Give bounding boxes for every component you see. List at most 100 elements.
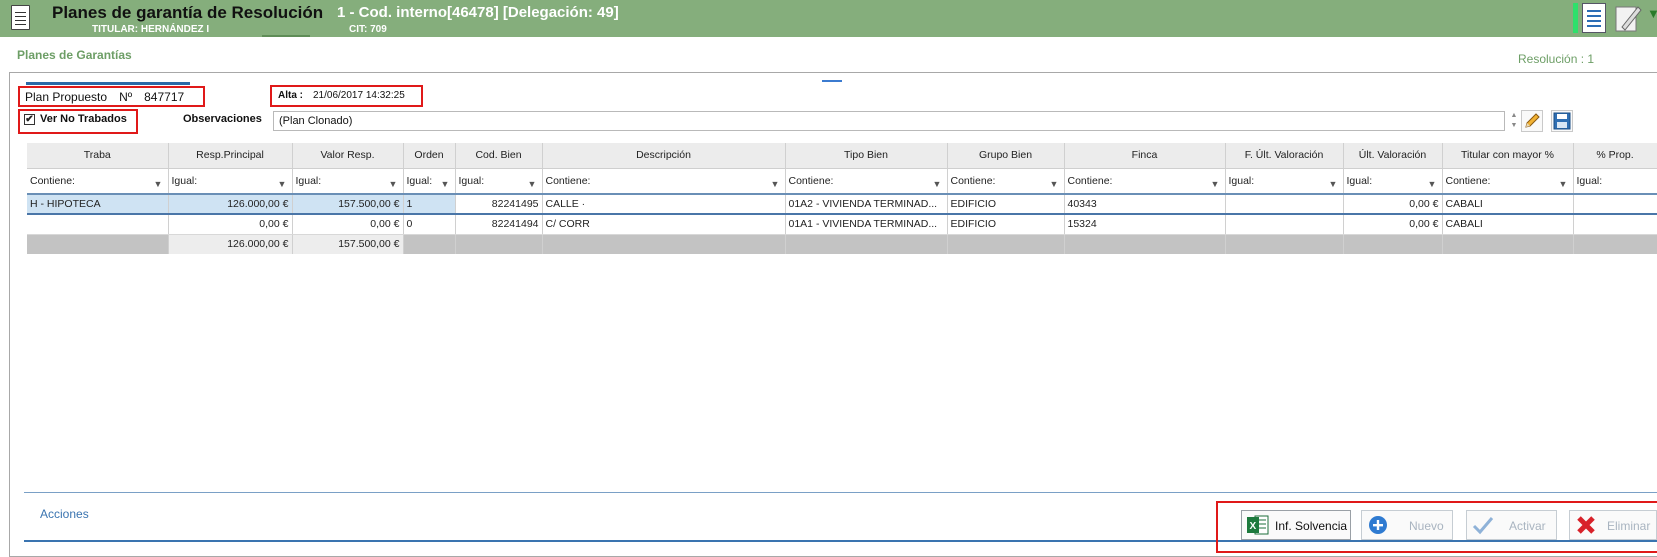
cell[interactable]: CABALI xyxy=(1442,213,1574,235)
filter-cell[interactable]: Contiene: ▼ xyxy=(785,168,948,195)
cell[interactable]: 82241494 xyxy=(455,213,543,235)
col-header-tipo-bien[interactable]: Tipo Bien xyxy=(785,143,948,169)
filter-cell[interactable]: Igual: ▼ xyxy=(168,168,293,195)
window-subtitle: 1 - Cod. interno[46478] [Delegación: 49] xyxy=(337,4,619,21)
plan-info: Plan Propuesto Nº 847717 xyxy=(25,90,184,104)
filter-icon[interactable]: ▼ xyxy=(1211,179,1220,189)
table-row[interactable]: 0,00 € 0,00 € 0 82241494 C/ CORR 01A1 - … xyxy=(27,213,1657,235)
cell[interactable]: 0,00 € xyxy=(1343,213,1443,235)
total-cell xyxy=(1064,234,1226,254)
cell[interactable]: H - HIPOTECA xyxy=(27,194,169,215)
save-button[interactable] xyxy=(1551,110,1573,132)
total-cell xyxy=(947,234,1065,254)
filter-icon[interactable]: ▼ xyxy=(528,179,537,189)
cell[interactable] xyxy=(1225,213,1344,235)
edit-note-icon[interactable] xyxy=(1614,3,1642,33)
filter-icon[interactable]: ▼ xyxy=(389,179,398,189)
filter-cell[interactable]: Contiene: ▼ xyxy=(1442,168,1574,195)
ver-no-trabados-checkbox[interactable]: ✔ xyxy=(24,114,35,125)
filter-cell[interactable]: Igual: ▼ xyxy=(455,168,543,195)
filter-cell[interactable]: Contiene: ▼ xyxy=(542,168,786,195)
total-cell xyxy=(785,234,948,254)
edit-button[interactable] xyxy=(1521,110,1543,132)
cell[interactable] xyxy=(1573,194,1657,215)
total-cell xyxy=(27,234,169,254)
col-header-valor-resp[interactable]: Valor Resp. xyxy=(292,143,404,169)
col-header-traba[interactable]: Traba xyxy=(27,143,169,169)
col-header-orden[interactable]: Orden xyxy=(403,143,456,169)
filter-cell[interactable]: Contiene: ▼ xyxy=(1064,168,1226,195)
expand-icon[interactable]: ▼ xyxy=(1647,6,1657,21)
filter-icon[interactable]: ▼ xyxy=(1559,179,1568,189)
cell[interactable]: EDIFICIO xyxy=(947,213,1065,235)
plan-label: Plan Propuesto xyxy=(25,90,108,104)
col-header-f-ult-valoracion[interactable]: F. Últ. Valoración xyxy=(1225,143,1344,169)
cell[interactable]: 01A1 - VIVIENDA TERMINAD... xyxy=(785,213,948,235)
cell[interactable]: 0,00 € xyxy=(1343,194,1443,215)
filter-cell[interactable]: Igual: ▼ xyxy=(1225,168,1344,195)
col-header-descripcion[interactable]: Descripción xyxy=(542,143,786,169)
filter-icon[interactable]: ▼ xyxy=(1050,179,1059,189)
cell[interactable]: CABALI xyxy=(1442,194,1574,215)
filter-icon[interactable]: ▼ xyxy=(1428,179,1437,189)
cell[interactable]: CALLE · xyxy=(542,194,786,215)
alta-info: Alta : 21/06/2017 14:32:25 xyxy=(278,90,405,101)
alta-value: 21/06/2017 14:32:25 xyxy=(313,90,405,101)
acciones-label[interactable]: Acciones xyxy=(40,507,89,521)
inf-solvencia-button[interactable]: X Inf. Solvencia xyxy=(1241,510,1351,540)
cell[interactable]: 1 xyxy=(403,194,456,215)
cell[interactable] xyxy=(1573,213,1657,235)
col-header-resp-principal[interactable]: Resp.Principal xyxy=(168,143,293,169)
cell[interactable] xyxy=(1225,194,1344,215)
col-header-ult-valoracion[interactable]: Últ. Valoración xyxy=(1343,143,1443,169)
filter-icon[interactable]: ▼ xyxy=(154,179,163,189)
filter-cell[interactable]: Contiene: ▼ xyxy=(27,168,169,195)
cell[interactable] xyxy=(27,213,169,235)
cell[interactable]: 0 xyxy=(403,213,456,235)
total-valor-resp: 157.500,00 € xyxy=(292,234,404,254)
col-header-grupo-bien[interactable]: Grupo Bien xyxy=(947,143,1065,169)
cell[interactable]: 40343 xyxy=(1064,194,1226,215)
col-header-titular-mayor[interactable]: Titular con mayor % xyxy=(1442,143,1574,169)
total-cell xyxy=(1343,234,1443,254)
actions-divider xyxy=(24,492,1657,493)
panel-grip[interactable] xyxy=(822,80,842,82)
pencil-icon xyxy=(1525,113,1540,128)
filter-cell[interactable]: Igual: xyxy=(1573,168,1657,195)
cell[interactable]: 0,00 € xyxy=(292,213,404,235)
total-cell xyxy=(403,234,456,254)
filter-icon[interactable]: ▼ xyxy=(441,179,450,189)
col-header-finca[interactable]: Finca xyxy=(1064,143,1226,169)
cell[interactable]: 0,00 € xyxy=(168,213,293,235)
eliminar-button[interactable]: Eliminar xyxy=(1569,510,1657,540)
cell[interactable]: 01A2 - VIVIENDA TERMINAD... xyxy=(785,194,948,215)
cell[interactable]: EDIFICIO xyxy=(947,194,1065,215)
filter-cell[interactable]: Contiene: ▼ xyxy=(947,168,1065,195)
filter-cell[interactable]: Igual: ▼ xyxy=(292,168,404,195)
total-cell xyxy=(1573,234,1657,254)
col-header-prop[interactable]: % Prop. xyxy=(1573,143,1657,169)
filter-cell[interactable]: Igual: ▼ xyxy=(1343,168,1443,195)
filter-icon[interactable]: ▼ xyxy=(933,179,942,189)
ver-no-trabados-label[interactable]: Ver No Trabados xyxy=(40,113,127,125)
col-header-cod-bien[interactable]: Cod. Bien xyxy=(455,143,543,169)
cell[interactable]: 126.000,00 € xyxy=(168,194,293,215)
document-icon xyxy=(11,5,30,30)
cell[interactable]: C/ CORR xyxy=(542,213,786,235)
cell[interactable]: 82241495 xyxy=(455,194,543,215)
filter-icon[interactable]: ▼ xyxy=(771,179,780,189)
total-cell xyxy=(455,234,543,254)
filter-cell[interactable]: Igual: ▼ xyxy=(403,168,456,195)
report-icon[interactable] xyxy=(1582,3,1606,33)
cell[interactable]: 157.500,00 € xyxy=(292,194,404,215)
observaciones-field[interactable]: (Plan Clonado) xyxy=(273,111,1505,131)
alta-label: Alta : xyxy=(278,90,303,101)
table-row[interactable]: H - HIPOTECA 126.000,00 € 157.500,00 € 1… xyxy=(27,194,1657,215)
spinner-icon[interactable]: ▲ ▼ xyxy=(1508,111,1520,133)
nuevo-button[interactable]: Nuevo xyxy=(1361,510,1453,540)
filter-icon[interactable]: ▼ xyxy=(1329,179,1338,189)
activar-button[interactable]: Activar xyxy=(1466,510,1557,540)
cell[interactable]: 15324 xyxy=(1064,213,1226,235)
filter-icon[interactable]: ▼ xyxy=(278,179,287,189)
status-indicator xyxy=(1573,3,1578,33)
